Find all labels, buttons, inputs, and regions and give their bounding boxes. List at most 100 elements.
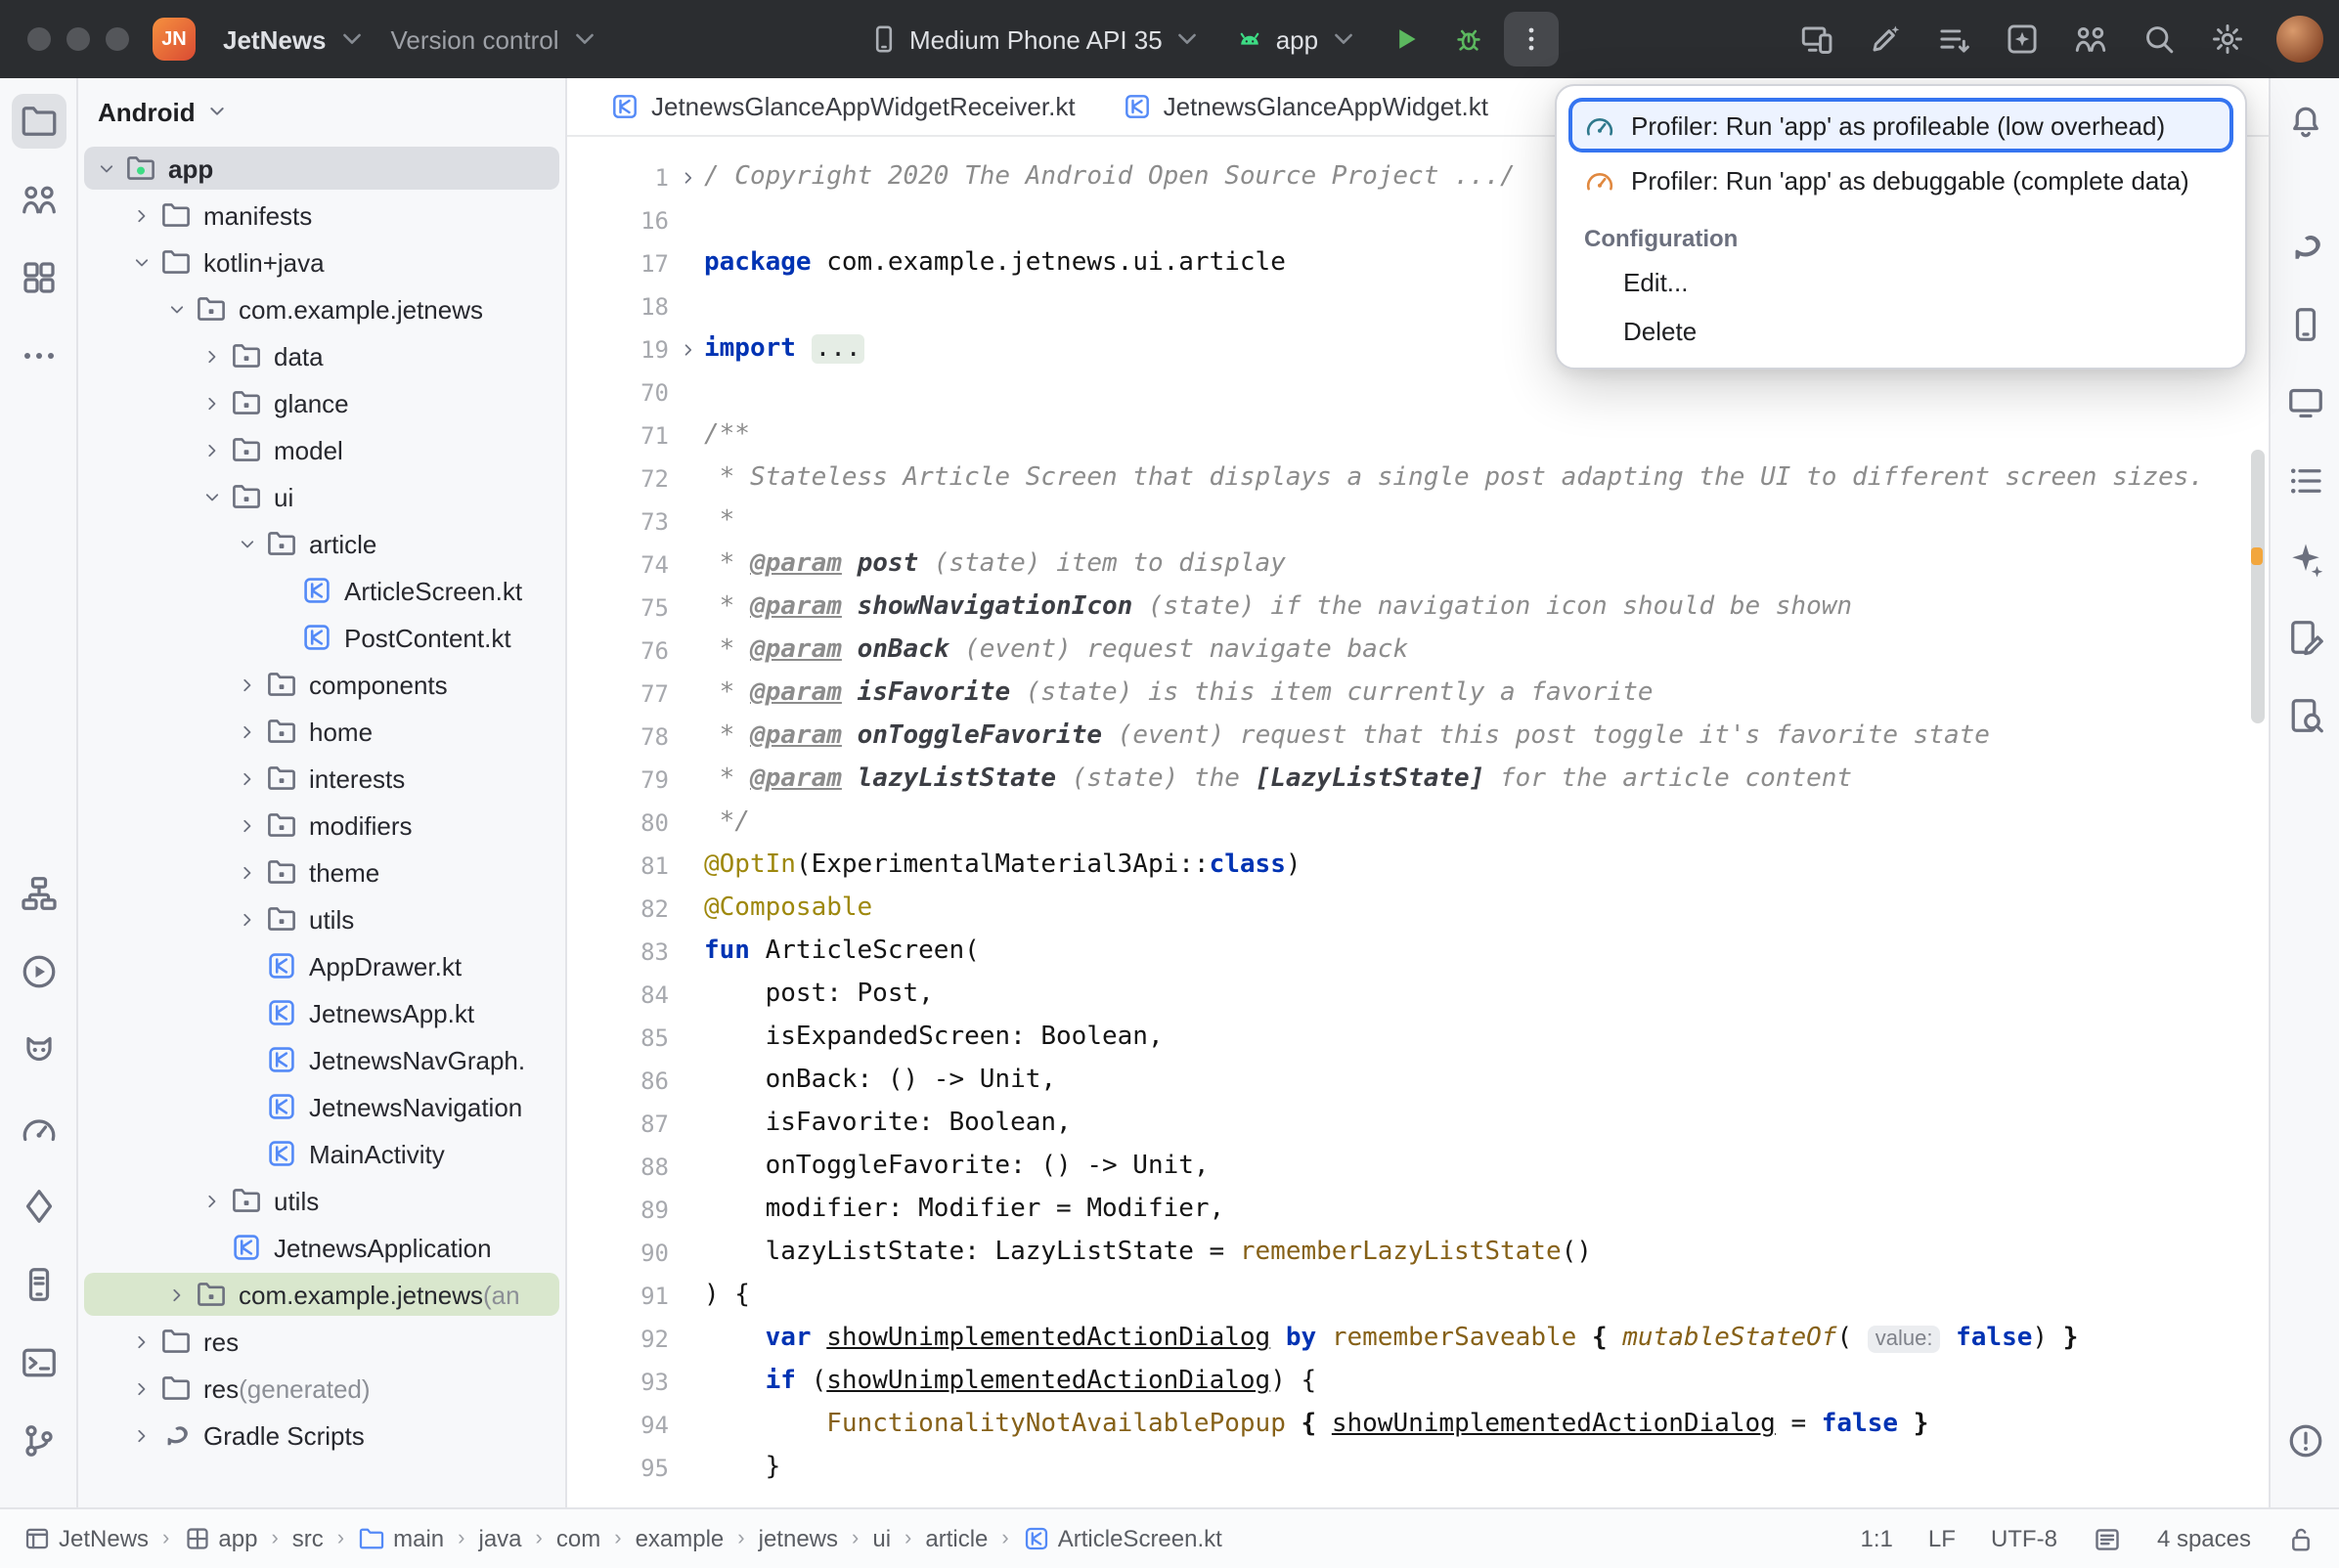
breadcrumb-com[interactable]: com [556,1525,600,1552]
chevron-down-icon[interactable] [90,152,121,184]
chevron-right-icon[interactable] [196,387,227,418]
logcat-tool-button[interactable] [11,1023,66,1077]
minimize-window-button[interactable] [66,27,90,51]
file-encoding[interactable]: UTF-8 [1991,1525,2057,1552]
close-window-button[interactable] [27,27,51,51]
tree-item-articlescreen-kt[interactable]: ArticleScreen.kt [78,567,565,614]
structure-tool-button[interactable] [2277,454,2332,508]
tree-item-theme[interactable]: theme [78,849,565,895]
tree-item-mainactivity[interactable]: MainActivity [78,1130,565,1177]
chevron-right-icon[interactable] [160,1279,192,1310]
tree-item-jetnewsnavigation[interactable]: JetnewsNavigation [78,1083,565,1130]
gradle-tool-button[interactable] [2277,219,2332,274]
resource-manager-tool-button[interactable] [11,250,66,305]
ai-assistant-button[interactable] [1858,12,1913,66]
chevron-down-icon[interactable] [196,481,227,512]
chevron-right-icon[interactable] [196,340,227,371]
profiler-tool-button[interactable] [11,1101,66,1155]
editor-tab-jetnewsglanceappwidget-kt[interactable]: JetnewsGlanceAppWidget.kt [1099,78,1512,135]
app-quality-insights-tool-button[interactable] [11,1179,66,1234]
run-button[interactable] [1379,12,1434,66]
vcs-menu[interactable]: Version control [379,16,612,63]
device-explorer-tool-button[interactable] [11,1257,66,1312]
breadcrumb-article[interactable]: article [925,1525,988,1552]
todo-list-button[interactable] [1926,12,1981,66]
settings-button[interactable] [2200,12,2255,66]
chevron-right-icon[interactable] [231,903,262,935]
popup-action-edit[interactable]: Edit... [1568,258,2233,307]
tree-item-model[interactable]: model [78,426,565,473]
warning-stripe-marker[interactable] [2251,547,2263,565]
tree-item-home[interactable]: home [78,708,565,755]
code-with-me-button[interactable] [2063,12,2118,66]
chevron-right-icon[interactable] [125,1419,156,1451]
project-tool-button[interactable] [11,94,66,149]
project-menu[interactable]: JetNews [211,16,379,63]
run-tool-button[interactable] [11,944,66,999]
zoom-window-button[interactable] [106,27,129,51]
tree-item-utils[interactable]: utils [78,895,565,942]
chevron-down-icon[interactable] [160,293,192,325]
run-config-selector[interactable]: app [1223,16,1371,63]
problems-tool-button[interactable] [2277,1414,2332,1468]
mirror-device-button[interactable] [1789,12,1844,66]
breadcrumb-jetnews[interactable]: JetNews [23,1525,149,1552]
more-tool-windows-tool-button[interactable] [11,328,66,383]
chevron-right-icon[interactable] [125,199,156,231]
tree-item-jetnewsapp-kt[interactable]: JetnewsApp.kt [78,989,565,1036]
user-avatar[interactable] [2276,16,2323,63]
chevron-right-icon[interactable] [231,809,262,841]
fold-marker-icon[interactable] [673,162,704,194]
tree-item-components[interactable]: components [78,661,565,708]
running-devices-tool-button[interactable] [2277,375,2332,430]
tree-item-com-example-jetnews[interactable]: com.example.jetnews [78,285,565,332]
notifications-tool-button[interactable] [2277,94,2332,149]
chevron-right-icon[interactable] [231,856,262,888]
fold-marker-icon[interactable] [673,334,704,366]
chevron-right-icon[interactable] [196,434,227,465]
chevron-down-icon[interactable] [231,528,262,559]
chevron-right-icon[interactable] [125,1326,156,1357]
popup-action-delete[interactable]: Delete [1568,307,2233,356]
plugins-button[interactable] [1995,12,2050,66]
search-everywhere-button[interactable] [2132,12,2186,66]
editor-tab-jetnewsglanceappwidgetreceiver-kt[interactable]: JetnewsGlanceAppWidgetReceiver.kt [587,78,1099,135]
tree-item-glance[interactable]: glance [78,379,565,426]
tree-item-postcontent-kt[interactable]: PostContent.kt [78,614,565,661]
chevron-right-icon[interactable] [231,716,262,747]
version-control-tool-button[interactable] [11,1414,66,1468]
layout-inspector-tool-button[interactable] [2277,610,2332,665]
tree-item-res[interactable]: res (generated) [78,1365,565,1412]
chevron-down-icon[interactable] [125,246,156,278]
breadcrumb-main[interactable]: main [358,1525,444,1552]
breadcrumb-java[interactable]: java [479,1525,522,1552]
chevron-right-icon[interactable] [231,669,262,700]
tree-item-manifests[interactable]: manifests [78,192,565,239]
chevron-right-icon[interactable] [231,762,262,794]
editor-scrollbar[interactable] [2251,450,2265,723]
line-separator[interactable]: LF [1928,1525,1956,1552]
tree-item-jetnewsapplication[interactable]: JetnewsApplication [78,1224,565,1271]
terminal-tool-button[interactable] [11,1335,66,1390]
project-view-selector[interactable]: Android [78,78,565,145]
tree-item-jetnewsnavgraph[interactable]: JetnewsNavGraph. [78,1036,565,1083]
tree-item-utils[interactable]: utils [78,1177,565,1224]
chevron-right-icon[interactable] [196,1185,227,1216]
debug-button[interactable] [1441,12,1496,66]
gemini-tool-button[interactable] [2277,532,2332,587]
tree-item-appdrawer-kt[interactable]: AppDrawer.kt [78,942,565,989]
tree-item-gradle-scripts[interactable]: Gradle Scripts [78,1412,565,1459]
build-variants-tool-button[interactable] [11,866,66,921]
chevron-right-icon[interactable] [125,1372,156,1404]
caret-position[interactable]: 1:1 [1861,1525,1893,1552]
popup-item-profiler-run-app-as-debugga[interactable]: Profiler: Run 'app' as debuggable (compl… [1568,152,2233,207]
tree-item-modifiers[interactable]: modifiers [78,802,565,849]
find-tool-button[interactable] [2277,688,2332,743]
breadcrumb-jetnews[interactable]: jetnews [759,1525,838,1552]
tree-item-data[interactable]: data [78,332,565,379]
tree-item-app[interactable]: app [78,145,565,192]
breadcrumb-articlescreen-kt[interactable]: ArticleScreen.kt [1023,1525,1222,1552]
popup-item-profiler-run-app-as-profile[interactable]: Profiler: Run 'app' as profileable (low … [1568,98,2233,152]
breadcrumb-example[interactable]: example [636,1525,725,1552]
tree-item-res[interactable]: res [78,1318,565,1365]
